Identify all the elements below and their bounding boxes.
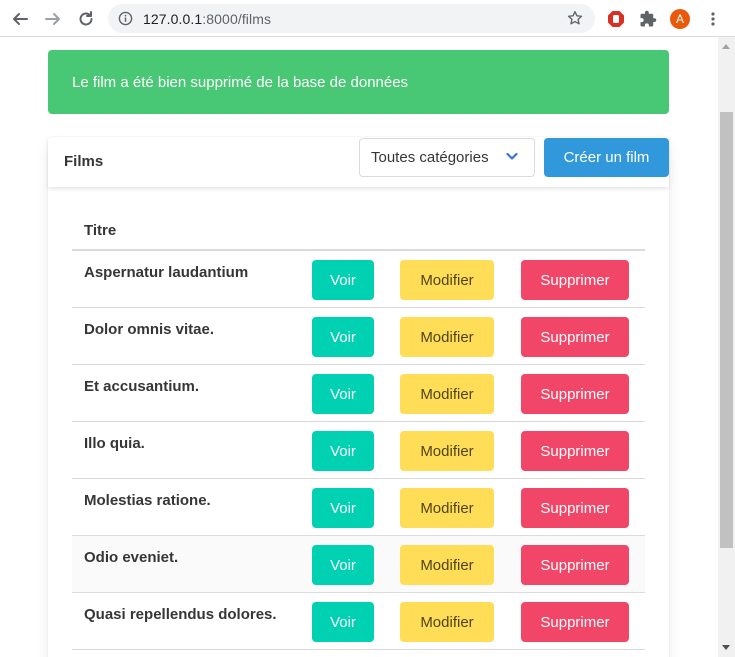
view-button[interactable]: Voir [312, 374, 374, 414]
delete-button[interactable]: Supprimer [521, 602, 629, 642]
scroll-up-arrow-icon[interactable] [722, 44, 730, 49]
address-bar[interactable]: 127.0.0.1:8000/films [108, 4, 595, 33]
view-button[interactable]: Voir [312, 488, 374, 528]
edit-button[interactable]: Modifier [400, 488, 494, 528]
table-row: Quasi repellendus dolores. Voir Modifier… [72, 593, 645, 650]
card-header: Films Toutes catégories Créer un film [48, 137, 669, 187]
reload-button[interactable] [75, 8, 97, 30]
table-row: Molestias ratione. Voir Modifier Supprim… [72, 479, 645, 536]
delete-button[interactable]: Supprimer [521, 317, 629, 357]
table-header: Titre [72, 213, 645, 251]
table-row: Et accusantium. Voir Modifier Supprimer [72, 365, 645, 422]
edit-button[interactable]: Modifier [400, 431, 494, 471]
edit-button[interactable]: Modifier [400, 260, 494, 300]
view-button[interactable]: Voir [312, 260, 374, 300]
arrow-right-icon [45, 13, 60, 25]
delete-button[interactable]: Supprimer [521, 260, 629, 300]
reload-icon [79, 11, 93, 26]
edit-button[interactable]: Modifier [400, 317, 494, 357]
avatar: A [670, 9, 690, 29]
films-table: Titre Aspernatur laudantium Voir Modifie… [72, 213, 645, 650]
url-host: 127.0.0.1 [143, 11, 203, 27]
table-row: Illo quia. Voir Modifier Supprimer [72, 422, 645, 479]
kebab-menu-icon [711, 12, 715, 26]
info-icon [118, 11, 133, 26]
vertical-scrollbar[interactable] [718, 37, 735, 657]
forward-button[interactable] [42, 8, 64, 30]
profile-button[interactable]: A [669, 8, 691, 30]
notification-message: Le film a été bien supprimé de la base d… [72, 73, 409, 91]
scroll-down-arrow-icon[interactable] [722, 645, 730, 650]
film-title: Et accusantium. [84, 378, 200, 395]
page-content: Le film a été bien supprimé de la base d… [0, 37, 718, 657]
view-button[interactable]: Voir [312, 545, 374, 585]
adblock-extension-button[interactable] [605, 8, 627, 30]
edit-button[interactable]: Modifier [400, 602, 494, 642]
scrollbar-thumb[interactable] [720, 112, 733, 548]
view-button[interactable]: Voir [312, 431, 374, 471]
url-text: 127.0.0.1:8000/films [143, 11, 271, 27]
star-icon[interactable] [567, 10, 583, 26]
browser-toolbar: 127.0.0.1:8000/films A [0, 0, 735, 37]
puzzle-icon [640, 10, 657, 27]
view-button[interactable]: Voir [312, 317, 374, 357]
success-notification: Le film a été bien supprimé de la base d… [48, 50, 669, 114]
back-button[interactable] [9, 8, 31, 30]
category-select-value: Toutes catégories [371, 149, 489, 166]
film-title: Aspernatur laudantium [84, 264, 249, 281]
card-title: Films [64, 153, 104, 170]
stop-hand-icon [608, 11, 624, 27]
menu-button[interactable] [702, 8, 724, 30]
film-title: Molestias ratione. [84, 492, 211, 509]
url-path: :8000/films [202, 11, 272, 27]
table-row: Dolor omnis vitae. Voir Modifier Supprim… [72, 308, 645, 365]
film-title: Dolor omnis vitae. [84, 321, 215, 338]
delete-button[interactable]: Supprimer [521, 488, 629, 528]
create-film-button[interactable]: Créer un film [544, 138, 669, 177]
table-row: Odio eveniet. Voir Modifier Supprimer [72, 536, 645, 593]
films-card: Films Toutes catégories Créer un film Ti… [48, 137, 669, 657]
film-title: Illo quia. [84, 435, 145, 452]
chevron-down-icon [506, 152, 518, 160]
delete-button[interactable]: Supprimer [521, 431, 629, 471]
delete-button[interactable]: Supprimer [521, 545, 629, 585]
film-title: Odio eveniet. [84, 549, 179, 566]
edit-button[interactable]: Modifier [400, 545, 494, 585]
view-button[interactable]: Voir [312, 602, 374, 642]
arrow-left-icon [13, 13, 28, 25]
extensions-button[interactable] [637, 8, 659, 30]
edit-button[interactable]: Modifier [400, 374, 494, 414]
category-select[interactable]: Toutes catégories [359, 138, 535, 177]
column-header-title: Titre [84, 222, 117, 239]
delete-button[interactable]: Supprimer [521, 374, 629, 414]
film-title: Quasi repellendus dolores. [84, 606, 277, 623]
table-row: Aspernatur laudantium Voir Modifier Supp… [72, 251, 645, 308]
